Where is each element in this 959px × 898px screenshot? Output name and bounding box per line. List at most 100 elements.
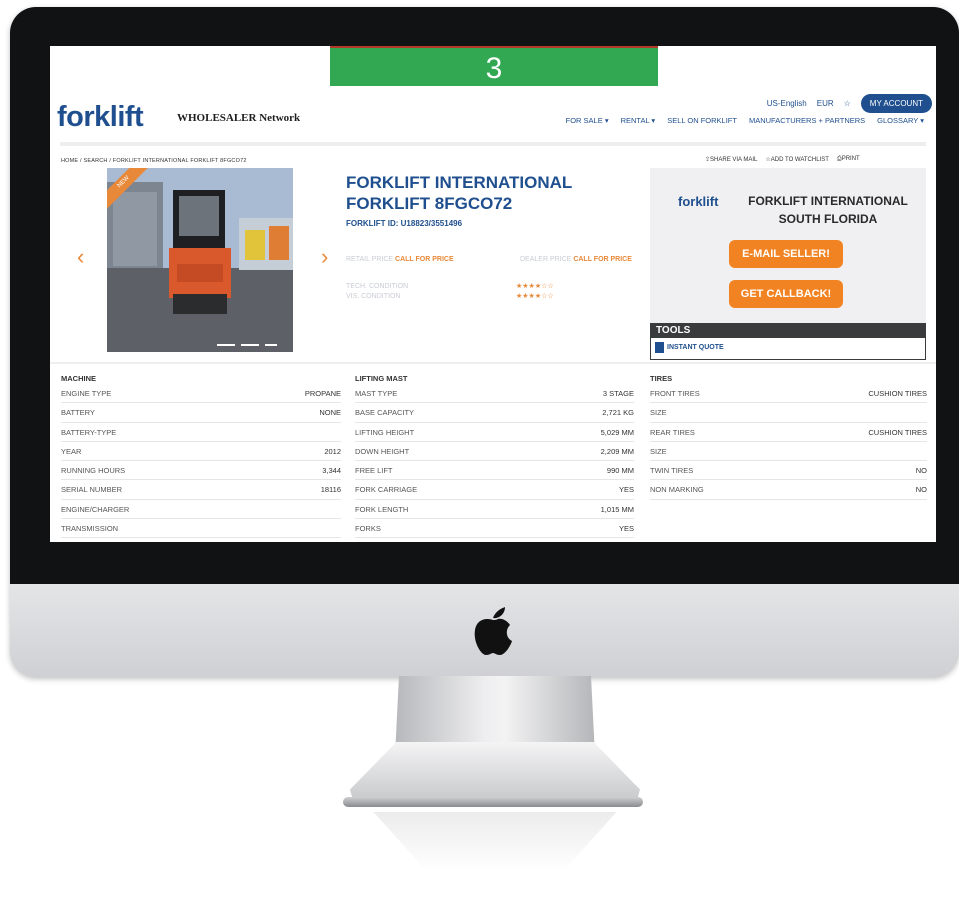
nav-glossary[interactable]: GLOSSARY ▾ <box>877 116 924 125</box>
share-mail-link[interactable]: ⇪SHARE VIA MAIL <box>705 156 757 163</box>
get-callback-button[interactable]: GET CALLBACK! <box>729 280 843 308</box>
spec-row: SIZE <box>650 442 927 462</box>
spec-value: 5,029 MM <box>600 427 634 437</box>
apple-logo-icon <box>474 607 512 655</box>
spec-value: 18116 <box>320 485 341 495</box>
spec-row: FRONT TIRES CUSHION TIRES <box>650 384 927 404</box>
spec-value: 3,344 <box>322 466 341 476</box>
seller-logo: forklift <box>678 194 719 209</box>
spec-label: REAR TIRES <box>650 427 695 437</box>
site-logo[interactable]: forklift WHOLESALER Network <box>57 102 317 132</box>
print-link[interactable]: ⎙PRINT <box>837 156 860 163</box>
spec-label: SIZE <box>650 446 667 456</box>
spec-row: LIFTING HEIGHT 5,029 MM <box>355 423 634 442</box>
spec-label: TRANSMISSION <box>61 524 119 534</box>
retail-price-value[interactable]: CALL FOR PRICE <box>395 256 454 263</box>
spec-label: FORK LENGTH <box>355 504 409 514</box>
watchlist-link[interactable]: ☆ADD TO WATCHLIST <box>765 156 829 163</box>
spec-value: 1,015 MM <box>600 504 634 514</box>
spec-value: PROPANE <box>304 389 341 398</box>
instant-quote-link[interactable]: INSTANT QUOTE <box>655 342 724 353</box>
email-seller-button[interactable]: E-MAIL SELLER! <box>729 240 843 268</box>
spec-label: DOWN HEIGHT <box>355 446 410 456</box>
new-badge: NEW <box>107 168 149 210</box>
spec-value: YES <box>618 485 634 495</box>
section-divider <box>50 362 936 364</box>
retail-price-label: RETAIL PRICE <box>346 256 394 263</box>
spec-row: REAR TIRES CUSHION TIRES <box>650 423 927 442</box>
gallery-pager[interactable] <box>217 344 277 346</box>
spec-row: FREE LIFT 990 MM <box>355 461 634 481</box>
product-id: FORKLIFT ID: U18823/3551496 <box>346 219 463 228</box>
spec-row: FORK LENGTH 1,015 MM <box>355 500 634 520</box>
spec-row: ENGINE TYPE PROPANE <box>61 384 341 404</box>
tires-specs: TIRES FRONT TIRES CUSHION TIRES SIZE REAR T… <box>650 374 927 500</box>
spec-label: BATTERY-TYPE <box>61 427 117 437</box>
spec-row: BASE CAPACITY 2,721 KG <box>355 403 634 423</box>
spec-row: SERIAL NUMBER 18116 <box>61 480 341 500</box>
currency-selector[interactable]: EUR <box>817 99 834 108</box>
stand-base <box>343 797 643 807</box>
spec-value: 990 MM <box>606 466 634 476</box>
document-icon <box>655 342 664 353</box>
spec-label: FREE LIFT <box>355 466 393 476</box>
nav-rental[interactable]: RENTAL ▾ <box>621 116 656 125</box>
star-icon[interactable]: ☆ <box>844 99 851 108</box>
tech-condition-stars: ★★★★☆☆ <box>516 283 554 290</box>
seller-panel: forklift FORKLIFT INTERNATIONAL SOUTH FL… <box>650 168 926 323</box>
spec-row: MAST TYPE 3 STAGE <box>355 384 634 404</box>
tires-specs-title: TIRES <box>650 374 673 383</box>
dealer-price: DEALER PRICE CALL FOR PRICE <box>520 256 632 263</box>
spec-label: ENGINE/CHARGER <box>61 504 130 514</box>
spec-label: LIFTING HEIGHT <box>355 427 415 437</box>
spec-row: NON MARKING NO <box>650 480 927 500</box>
seller-name[interactable]: FORKLIFT INTERNATIONAL SOUTH FLORIDA <box>738 192 918 228</box>
spec-label: SERIAL NUMBER <box>61 485 122 495</box>
spec-label: FORK CARRIAGE <box>355 485 418 495</box>
spec-label: MAST TYPE <box>355 389 398 398</box>
image-gallery: ‹ NEW › <box>61 168 341 352</box>
nav-for-sale[interactable]: FOR SALE ▾ <box>566 116 609 125</box>
vis-condition-label: VIS. CONDITION <box>346 293 401 300</box>
spec-label: RUNNING HOURS <box>61 466 126 476</box>
main-nav: FOR SALE ▾ RENTAL ▾ SELL ON FORKLIFT MAN… <box>566 116 924 125</box>
language-selector[interactable]: US-English <box>767 99 807 108</box>
machine-specs: MACHINE ENGINE TYPE PROPANE BATTERY NONE BAT… <box>61 374 341 539</box>
logo-partner: WHOLESALER Network <box>177 112 301 124</box>
spec-row: RUNNING HOURS 3,344 <box>61 461 341 481</box>
condition-labels: TECH. CONDITION VIS. CONDITION <box>346 282 408 302</box>
product-title: FORKLIFT INTERNATIONAL FORKLIFT 8FGCO72 <box>346 173 573 213</box>
dealer-price-value[interactable]: CALL FOR PRICE <box>573 256 632 263</box>
spec-value: 2012 <box>324 446 341 456</box>
chevron-left-icon[interactable]: ‹ <box>77 244 84 270</box>
spec-value: CUSHION TIRES <box>868 427 927 437</box>
dealer-price-label: DEALER PRICE <box>520 256 572 263</box>
chevron-right-icon[interactable]: › <box>321 244 328 270</box>
spec-row: FORKS YES <box>355 519 634 539</box>
spec-row: ENGINE/CHARGER <box>61 500 341 520</box>
spec-label: FRONT TIRES <box>650 389 700 398</box>
tools-header: TOOLS <box>650 323 926 338</box>
header-divider <box>60 142 926 146</box>
price-row: RETAIL PRICE CALL FOR PRICE DEALER PRICE… <box>346 256 666 263</box>
nav-manufacturers-partners[interactable]: MANUFACTURERS + PARTNERS <box>749 116 865 125</box>
my-account-button[interactable]: MY ACCOUNT <box>860 93 932 113</box>
spec-value: 2,721 KG <box>602 408 634 418</box>
spec-value: YES <box>618 524 634 534</box>
spec-value: CUSHION TIRES <box>868 389 927 398</box>
spec-value: NO <box>915 485 927 495</box>
spec-value: NO <box>915 466 927 476</box>
vis-condition-stars: ★★★★☆☆ <box>516 293 554 300</box>
forklift-photo[interactable]: NEW <box>107 168 293 352</box>
spec-label: ENGINE TYPE <box>61 389 112 398</box>
spec-row: TWIN TIRES NO <box>650 461 927 481</box>
breadcrumb[interactable]: HOME / SEARCH / FORKLIFT INTERNATIONAL F… <box>61 158 247 164</box>
nav-sell-on-forklift[interactable]: SELL ON FORKLIFT <box>667 116 737 125</box>
spec-label: BATTERY <box>61 408 95 418</box>
lifting-mast-specs: LIFTING MAST MAST TYPE 3 STAGE BASE CAPACI… <box>355 374 634 539</box>
spec-label: SIZE <box>650 408 667 418</box>
top-links: US-English EUR ☆ MY ACCOUNT <box>767 92 932 114</box>
action-links: ⇪SHARE VIA MAIL ☆ADD TO WATCHLIST ⎙PRINT <box>705 156 860 163</box>
spec-row: YEAR 2012 <box>61 442 341 462</box>
spec-value: 2,209 MM <box>600 446 634 456</box>
